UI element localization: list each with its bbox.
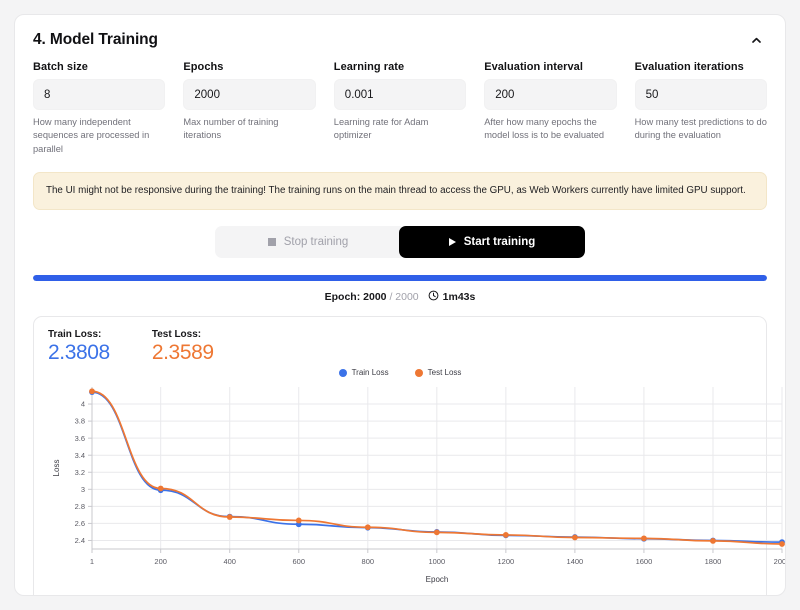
legend-color-dot — [338, 368, 347, 377]
svg-text:3.6: 3.6 — [75, 434, 85, 443]
svg-text:3.8: 3.8 — [75, 417, 85, 426]
ui-responsiveness-warning: The UI might not be responsive during th… — [33, 172, 767, 211]
hyperparameter-grid: Batch size How many independent sequence… — [15, 59, 785, 156]
loss-line-chart: 2.4 2.6 2.8 3 3.2 3.4 3.6 3.8 4 1 200 400 600 800 1000… — [48, 379, 785, 591]
svg-text:1800: 1800 — [705, 557, 722, 566]
epoch-total: 2000 — [395, 291, 419, 304]
param-label: Epochs — [183, 61, 224, 73]
stop-training-label: Stop training — [283, 236, 349, 249]
epoch-separator: / — [389, 291, 393, 304]
legend-item-test-loss[interactable]: Test Loss — [414, 368, 462, 378]
test-loss-label: Test Loss: — [151, 329, 202, 341]
param-epochs: Epochs Max number of training iterations — [183, 61, 316, 156]
loss-chart-card: Train Loss: 2.3808 Test Loss: 2.3589 Tra… — [33, 316, 785, 595]
svg-text:3: 3 — [81, 485, 85, 494]
svg-text:3.4: 3.4 — [75, 451, 85, 460]
evaluation-interval-input[interactable] — [484, 79, 617, 110]
param-label: Evaluation interval — [484, 61, 583, 73]
svg-text:Loss: Loss — [52, 460, 61, 477]
training-status: Epoch: 2000 / 2000 1m43s — [15, 290, 785, 304]
param-evaluation-iterations: Evaluation iterations How many test pred… — [634, 61, 767, 156]
svg-text:200: 200 — [154, 557, 167, 566]
elapsed-time: 1m43s — [442, 291, 476, 304]
epoch-current: 2000 — [363, 291, 387, 304]
legend-color-dot — [414, 368, 423, 377]
param-label: Batch size — [33, 61, 88, 73]
play-triangle-icon — [448, 238, 456, 247]
epoch-label: Epoch: — [324, 291, 361, 304]
param-label: Learning rate — [333, 61, 405, 73]
svg-text:1400: 1400 — [567, 557, 584, 566]
param-evaluation-interval: Evaluation interval After how many epoch… — [484, 61, 617, 156]
svg-text:2.8: 2.8 — [75, 502, 85, 511]
svg-text:2.4: 2.4 — [75, 536, 85, 545]
param-label: Evaluation iterations — [634, 61, 744, 73]
param-help: After how many epochs the model loss is … — [484, 117, 605, 141]
train-loss-value: 2.3808 — [48, 341, 110, 365]
test-loss-value: 2.3589 — [151, 341, 214, 365]
svg-text:3.2: 3.2 — [75, 468, 85, 477]
svg-text:1200: 1200 — [498, 557, 515, 566]
training-progress-bar — [33, 275, 767, 282]
legend-label: Test Loss — [427, 368, 462, 378]
start-training-button[interactable]: Start training — [399, 226, 585, 259]
svg-text:1600: 1600 — [636, 557, 653, 566]
model-training-card: 4. Model Training Batch size How many in… — [14, 14, 786, 596]
test-loss-metric: Test Loss: 2.3589 — [152, 329, 214, 364]
param-learning-rate: Learning rate Learning rate for Adam opt… — [333, 61, 467, 156]
loss-summary: Train Loss: 2.3808 Test Loss: 2.3589 — [48, 329, 752, 364]
param-help: How many independent sequences are proce… — [33, 117, 150, 154]
svg-text:2.6: 2.6 — [75, 519, 85, 528]
progress-bar-fill — [33, 275, 767, 282]
start-training-label: Start training — [463, 236, 536, 249]
chart-svg: 2.42.62.833.23.43.63.841 200 400 600 800 1000… — [52, 387, 786, 584]
clock-icon — [428, 290, 439, 304]
train-loss-metric: Train Loss: 2.3808 — [48, 329, 110, 364]
epoch-counter: Epoch: 2000 / 2000 — [325, 291, 419, 303]
svg-text:600: 600 — [293, 557, 306, 566]
svg-text:800: 800 — [362, 557, 375, 566]
svg-text:2000: 2000 — [774, 557, 786, 566]
stop-square-icon — [267, 238, 276, 247]
app-root: 4. Model Training Batch size How many in… — [0, 0, 800, 610]
elapsed-timer: 1m43s — [428, 290, 476, 304]
page-title: 4. Model Training — [33, 31, 158, 48]
param-help: How many test predictions to do during t… — [634, 117, 767, 141]
chevron-up-icon[interactable] — [745, 29, 767, 51]
svg-text:1: 1 — [90, 557, 94, 566]
legend-label: Train Loss — [351, 368, 389, 378]
legend-item-train-loss[interactable]: Train Loss — [338, 368, 389, 378]
evaluation-iterations-input[interactable] — [634, 79, 767, 110]
training-controls: Stop training Start training — [15, 226, 785, 259]
svg-text:1000: 1000 — [428, 557, 445, 566]
train-loss-label: Train Loss: — [48, 329, 102, 341]
svg-text:4: 4 — [81, 400, 85, 409]
param-help: Max number of training iterations — [183, 117, 279, 141]
svg-text:Epoch: Epoch — [426, 575, 449, 584]
svg-text:400: 400 — [223, 557, 236, 566]
stop-training-button[interactable]: Stop training — [215, 226, 401, 259]
param-batch-size: Batch size How many independent sequence… — [33, 61, 166, 156]
chart-legend: Train Loss Test Loss — [48, 368, 752, 377]
epochs-input[interactable] — [183, 79, 316, 110]
card-header: 4. Model Training — [15, 15, 785, 59]
param-help: Learning rate for Adam optimizer — [333, 117, 429, 141]
batch-size-input[interactable] — [33, 79, 166, 110]
learning-rate-input[interactable] — [333, 79, 467, 110]
